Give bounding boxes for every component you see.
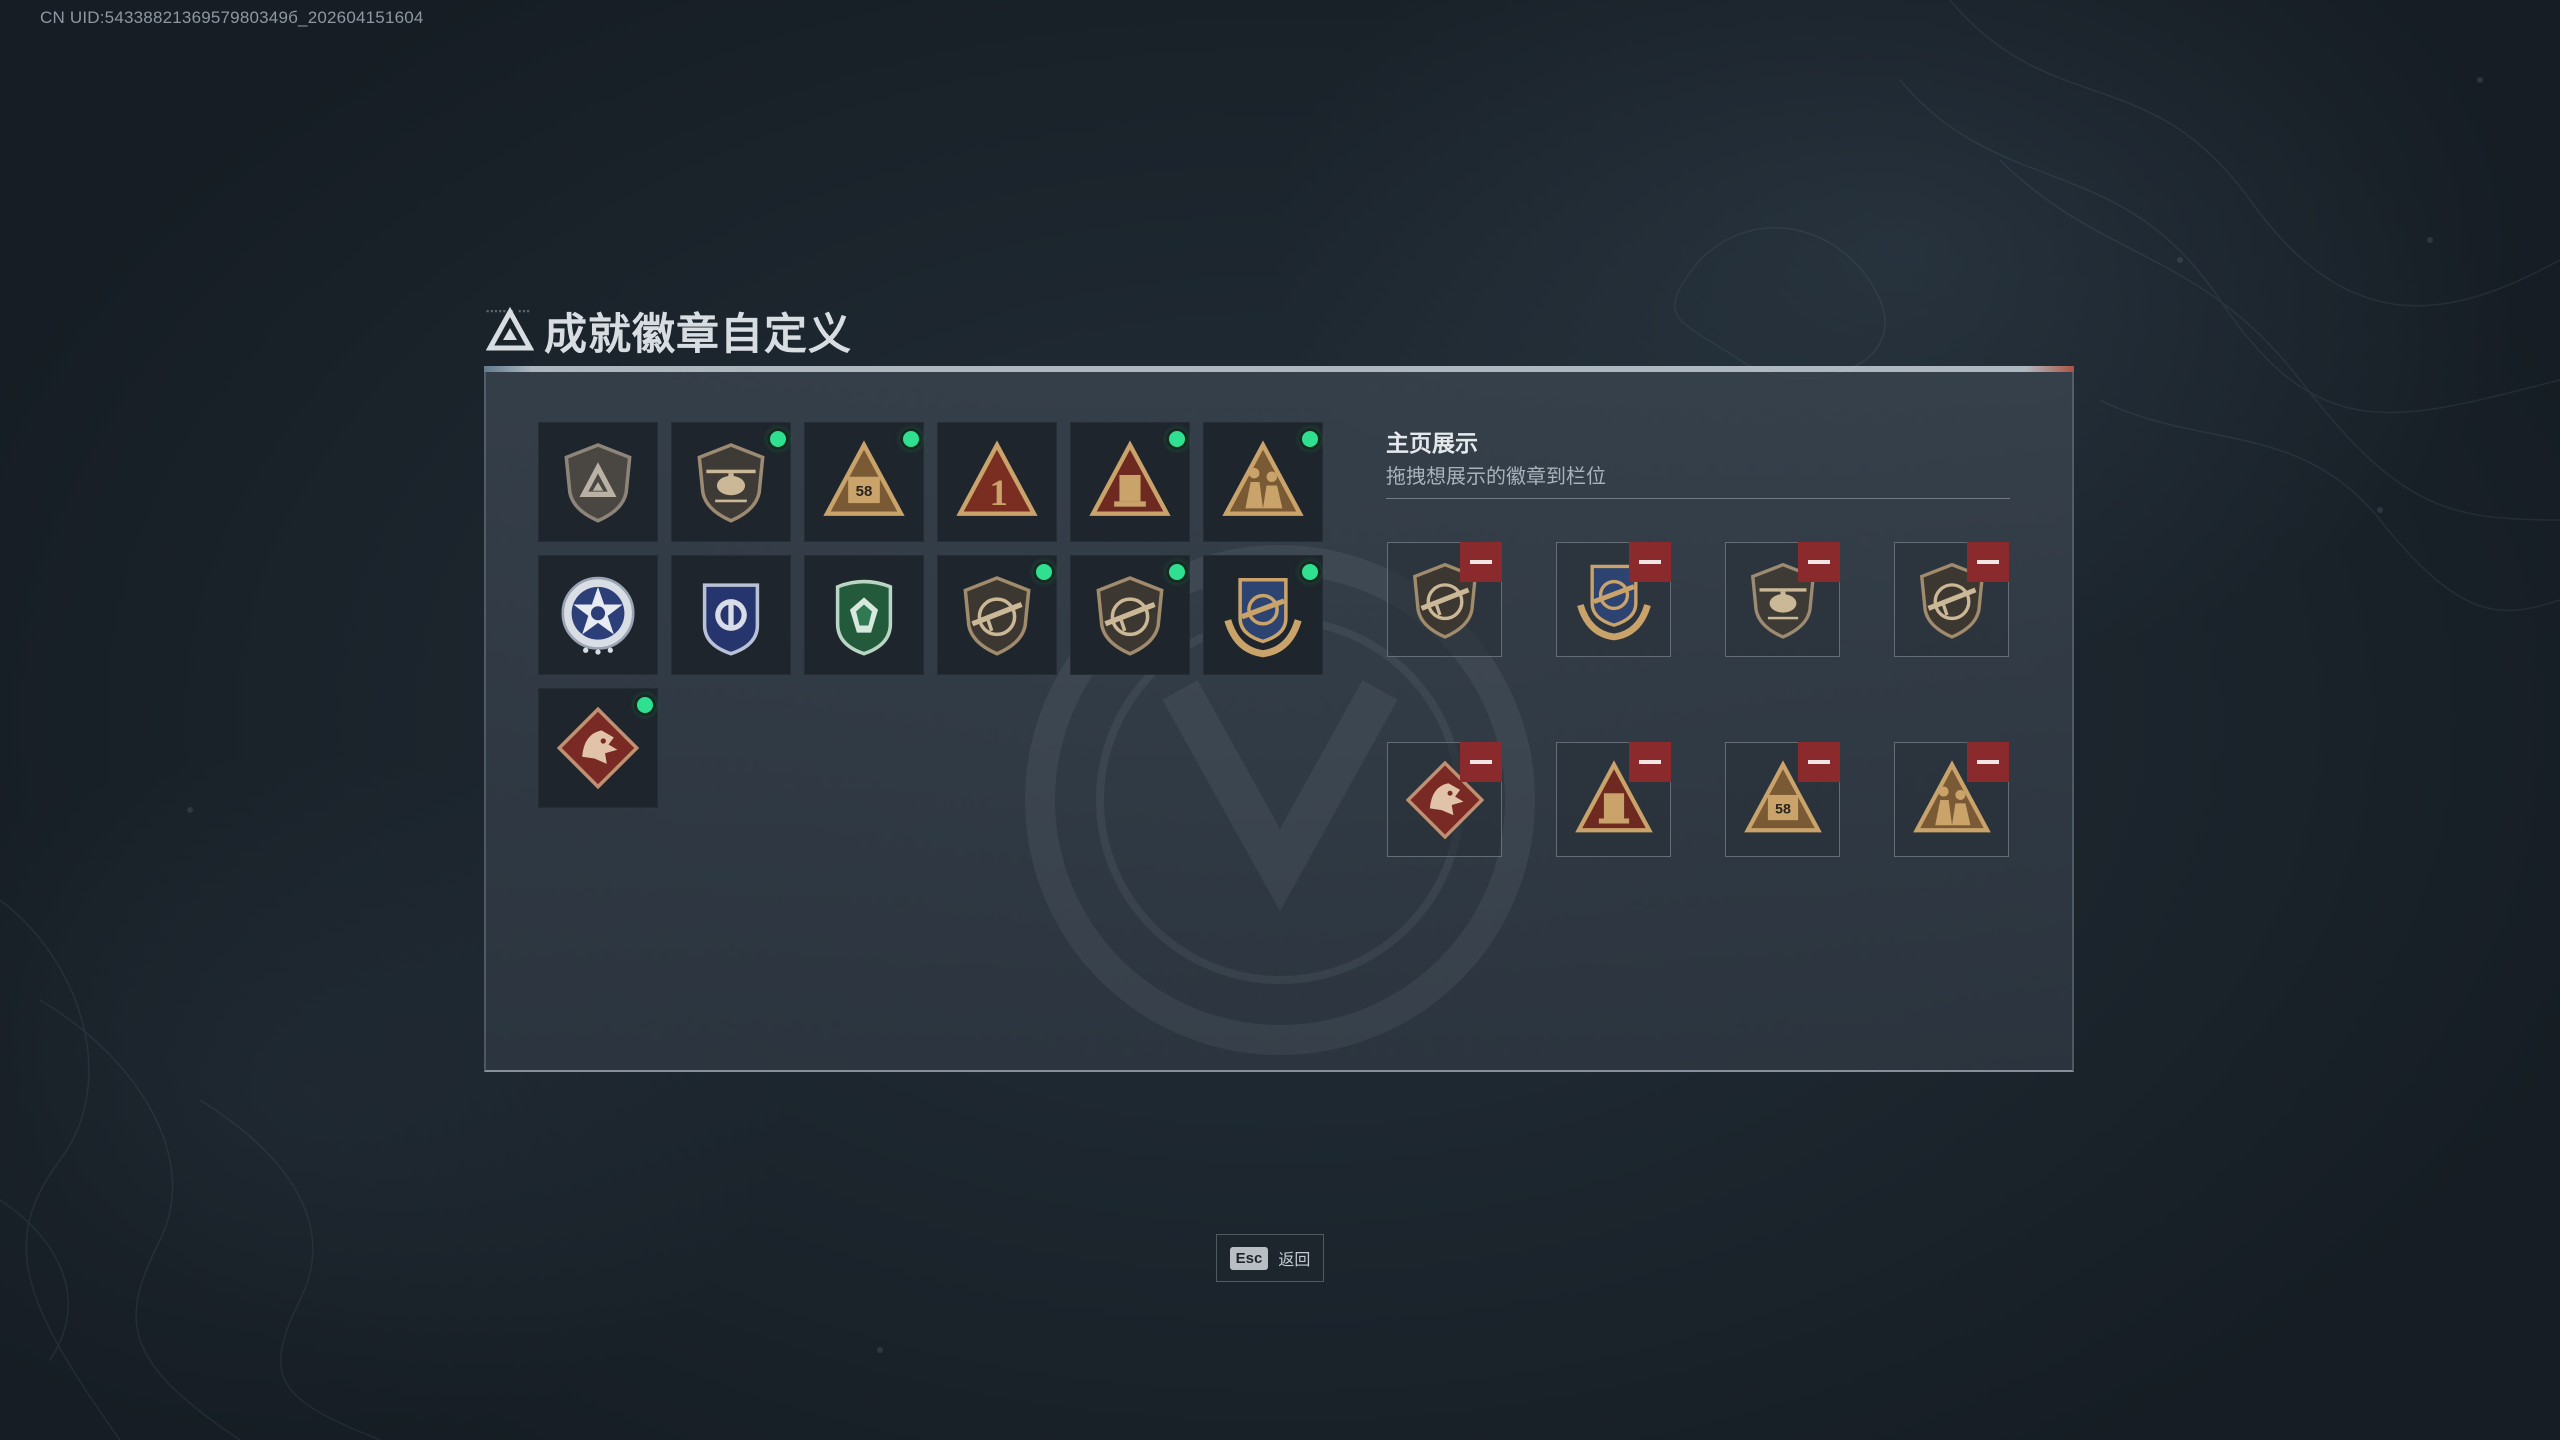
remove-badge-button[interactable] bbox=[1798, 542, 1840, 582]
gold-blue-wreath-rifle-badge-icon bbox=[1224, 578, 1302, 658]
badge-cell[interactable] bbox=[538, 555, 658, 675]
new-indicator-dot bbox=[903, 431, 919, 447]
new-indicator-dot bbox=[1302, 564, 1318, 580]
minus-icon bbox=[1639, 760, 1661, 764]
minus-icon bbox=[1977, 760, 1999, 764]
minus-icon bbox=[1639, 560, 1661, 564]
new-indicator-dot bbox=[1169, 564, 1185, 580]
achievement-badge-screen: CN UID:5433882136957980349б_202604151604… bbox=[0, 0, 2560, 1440]
back-label: 返回 bbox=[1278, 1252, 1311, 1269]
showcase-divider bbox=[1386, 498, 2010, 499]
badge-cell[interactable] bbox=[538, 422, 658, 542]
red-dragon-diamond-badge-icon bbox=[556, 706, 640, 790]
gold-triangle-crate-badge-icon bbox=[1089, 440, 1171, 516]
grey-shield-triangle-badge-icon bbox=[564, 443, 632, 523]
remove-badge-button[interactable] bbox=[1967, 542, 2009, 582]
badge-cell[interactable] bbox=[538, 688, 658, 808]
badge-cell[interactable]: 1 bbox=[937, 422, 1057, 542]
new-indicator-dot bbox=[1169, 431, 1185, 447]
remove-badge-button[interactable] bbox=[1629, 542, 1671, 582]
minus-icon bbox=[1808, 560, 1830, 564]
showcase-slot[interactable]: 58 bbox=[1725, 742, 1840, 857]
showcase-slot[interactable] bbox=[1387, 742, 1502, 857]
remove-badge-button[interactable] bbox=[1629, 742, 1671, 782]
new-indicator-dot bbox=[1302, 431, 1318, 447]
svg-text:1: 1 bbox=[990, 472, 1008, 513]
back-button[interactable]: Esc 返回 bbox=[1216, 1234, 1324, 1282]
new-indicator-dot bbox=[1036, 564, 1052, 580]
svg-text:58: 58 bbox=[856, 483, 873, 500]
gold-triangle-number-one-badge-icon: 1 bbox=[956, 440, 1038, 516]
minus-icon bbox=[1470, 760, 1492, 764]
badge-cell[interactable] bbox=[1203, 555, 1323, 675]
new-indicator-dot bbox=[637, 697, 653, 713]
showcase-slot[interactable] bbox=[1556, 542, 1671, 657]
showcase-slot[interactable] bbox=[1894, 542, 2009, 657]
page-header: 成就徽章自定义 bbox=[486, 300, 852, 362]
minus-icon bbox=[1977, 560, 1999, 564]
badge-cell[interactable] bbox=[937, 555, 1057, 675]
minus-icon bbox=[1808, 760, 1830, 764]
badge-cell[interactable] bbox=[1070, 555, 1190, 675]
remove-badge-button[interactable] bbox=[1460, 542, 1502, 582]
showcase-slot[interactable] bbox=[1894, 742, 2009, 857]
esc-key-icon: Esc bbox=[1229, 1246, 1269, 1270]
showcase-slot[interactable] bbox=[1556, 742, 1671, 857]
badge-cell[interactable] bbox=[1070, 422, 1190, 542]
showcase-slot-grid: 58 bbox=[1387, 542, 2009, 857]
user-uid-label: CN UID:5433882136957980349б_202604151604 bbox=[40, 8, 424, 27]
badge-cell[interactable] bbox=[671, 422, 791, 542]
showcase-subtitle: 拖拽想展示的徽章到栏位 bbox=[1386, 466, 1606, 488]
green-gem-shield-badge-icon bbox=[835, 579, 893, 656]
remove-badge-button[interactable] bbox=[1798, 742, 1840, 782]
badge-cell[interactable] bbox=[804, 555, 924, 675]
gold-triangle-soldiers-badge-icon bbox=[1222, 440, 1304, 516]
gold-triangle-58-badge-icon: 58 bbox=[823, 440, 905, 516]
page-title: 成就徽章自定义 bbox=[544, 311, 852, 359]
minus-icon bbox=[1470, 560, 1492, 564]
new-indicator-dot bbox=[770, 431, 786, 447]
showcase-slot[interactable] bbox=[1725, 542, 1840, 657]
showcase-title: 主页展示 bbox=[1386, 430, 1478, 456]
badge-cell[interactable]: 58 bbox=[804, 422, 924, 542]
badge-cell[interactable] bbox=[671, 555, 791, 675]
delta-logo-icon bbox=[486, 307, 534, 351]
helicopter-shield-badge-icon bbox=[697, 443, 765, 523]
blue-police-shield-badge-icon bbox=[702, 583, 760, 656]
remove-badge-button[interactable] bbox=[1967, 742, 2009, 782]
remove-badge-button[interactable] bbox=[1460, 742, 1502, 782]
badge-collection-grid: 58 1 bbox=[538, 422, 1323, 808]
badge-cell[interactable] bbox=[1203, 422, 1323, 542]
blue-star-roundel-badge-icon bbox=[561, 576, 635, 655]
rifle-shield-badge-icon bbox=[1096, 576, 1164, 656]
rifle-shield-badge-icon bbox=[963, 576, 1031, 656]
showcase-slot[interactable] bbox=[1387, 542, 1502, 657]
svg-text:58: 58 bbox=[1775, 801, 1791, 817]
